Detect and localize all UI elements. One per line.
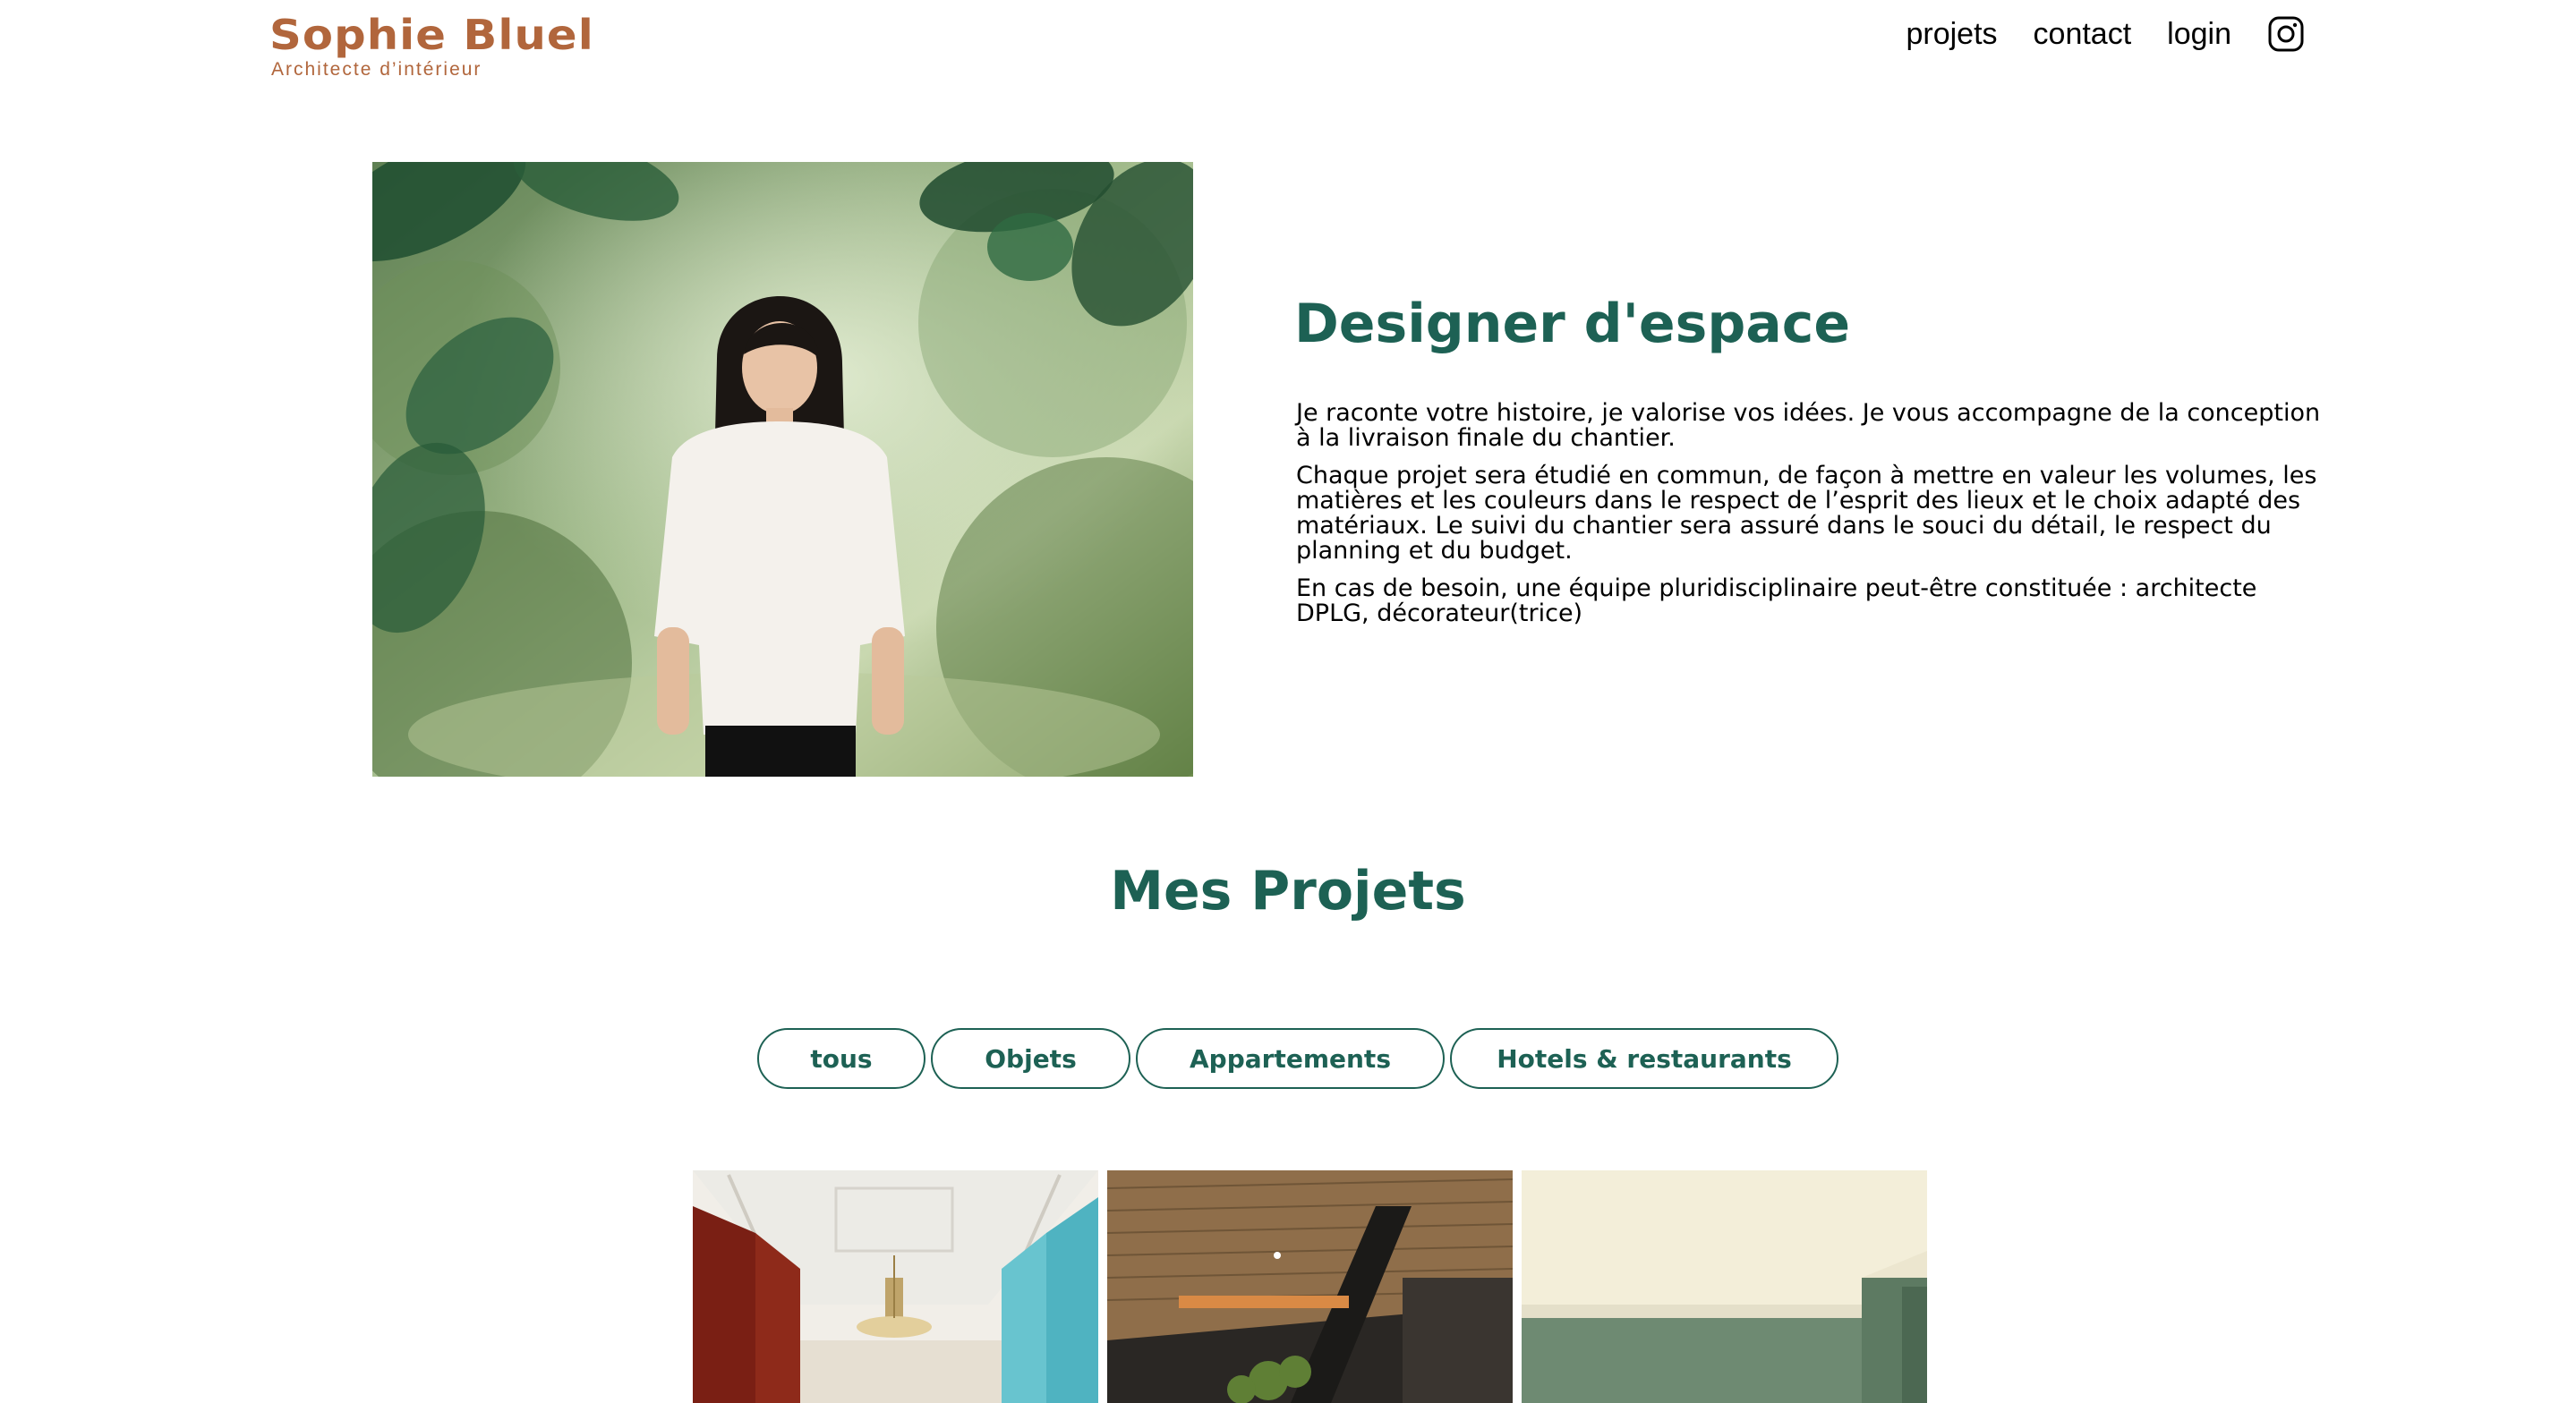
intro-paragraph: Chaque projet sera étudié en commun, de … xyxy=(1296,462,2317,565)
filter-button-appartements[interactable]: Appartements xyxy=(1136,1028,1445,1089)
nav-link-contact[interactable]: contact xyxy=(2034,13,2132,55)
nav-link-projets[interactable]: projets xyxy=(1906,13,1997,55)
instagram-icon[interactable] xyxy=(2267,15,2305,53)
intro-paragraph: En cas de besoin, une équipe pluridiscip… xyxy=(1296,574,2257,627)
project-thumbnail[interactable] xyxy=(1522,1170,1927,1403)
intro-title: Designer d'espace xyxy=(1294,293,1851,355)
portrait-photo xyxy=(372,162,1193,777)
brand-logo[interactable]: Sophie Bluel Architecte d’intérieur xyxy=(269,9,593,81)
brand-tagline: Architecte d’intérieur xyxy=(271,59,482,80)
project-thumbnail[interactable] xyxy=(693,1170,1098,1403)
project-gallery xyxy=(693,1170,1927,1403)
brand-name: Sophie Bluel xyxy=(269,11,594,59)
nav-link-login[interactable]: login xyxy=(2167,13,2231,55)
intro-text: Je raconte votre histoire, je valorise v… xyxy=(1296,401,2334,639)
projects-title: Mes Projets xyxy=(1110,860,1466,923)
intro-paragraph: Je raconte votre histoire, je valorise v… xyxy=(1296,399,2321,452)
project-filters: tous Objets Appartements Hotels & restau… xyxy=(757,1028,1838,1089)
filter-button-tous[interactable]: tous xyxy=(757,1028,925,1089)
main-nav: projets contact login xyxy=(1906,13,2305,55)
filter-button-objets[interactable]: Objets xyxy=(931,1028,1130,1089)
project-thumbnail[interactable] xyxy=(1107,1170,1513,1403)
filter-button-hotels-restaurants[interactable]: Hotels & restaurants xyxy=(1450,1028,1838,1089)
